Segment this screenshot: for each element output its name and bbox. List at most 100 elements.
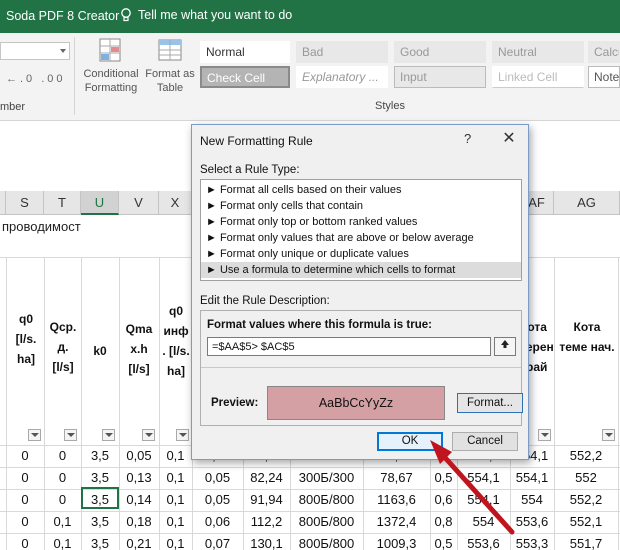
cell[interactable]: 0 [44,490,81,510]
cell[interactable]: 0,13 [119,468,159,488]
cell[interactable]: 552,2 [554,490,618,510]
close-icon[interactable]: ✕ [495,128,523,150]
rule-type-item[interactable]: ► Format only cells that contain [201,198,521,214]
cell[interactable]: 0,1 [159,490,192,510]
cell[interactable]: 554,1 [457,468,510,488]
rule-type-item-selected[interactable]: ► Use a formula to determine which cells… [201,262,521,278]
tell-me-box[interactable]: Tell me what you want to do [120,7,292,23]
number-format-dropdown[interactable] [0,42,70,60]
cell[interactable]: 0,5 [430,534,457,550]
cell[interactable]: 0,05 [192,468,243,488]
cell[interactable]: 554 [457,512,510,532]
filter-dropdown[interactable] [28,429,41,441]
cell[interactable]: 1009,3 [363,534,430,550]
cell[interactable]: 3,5 [81,512,119,532]
cell[interactable]: 0 [44,446,81,466]
cell[interactable]: 0,1 [159,446,192,466]
cell[interactable]: 300Б/300 [290,468,363,488]
rule-type-list[interactable]: ► Format all cells based on their values… [200,179,522,281]
cell[interactable]: 0,06 [192,512,243,532]
collapse-dialog-button[interactable] [494,337,516,356]
rule-type-item[interactable]: ► Format only top or bottom ranked value… [201,214,521,230]
formula-input[interactable] [207,337,491,356]
column-header-v[interactable]: V [119,191,159,215]
cell[interactable]: 1372,4 [363,512,430,532]
cell[interactable]: 552 [554,468,618,488]
column-header-u[interactable]: U [81,191,119,215]
cell[interactable]: 800Б/800 [290,534,363,550]
cell[interactable]: 0,18 [119,512,159,532]
filter-dropdown[interactable] [538,429,551,441]
filter-dropdown[interactable] [64,429,77,441]
cell[interactable]: 130,1 [243,534,290,550]
cell[interactable]: 0,6 [430,490,457,510]
style-normal[interactable]: Normal [200,41,290,63]
cell[interactable]: 0 [6,534,44,550]
cell[interactable]: 0,5 [430,468,457,488]
format-button[interactable]: Format... [457,393,523,413]
style-check-cell[interactable]: Check Cell [200,66,290,88]
cell[interactable]: 3,5 [81,534,119,550]
style-note[interactable]: Note [588,66,620,88]
cell[interactable]: 552,2 [554,446,618,466]
cell[interactable]: 0 [6,446,44,466]
rule-type-item[interactable]: ► Format all cells based on their values [201,182,521,198]
cell-styles-gallery[interactable]: Normal Bad Good Neutral Calcu Check Cell… [198,37,620,91]
column-header-s[interactable]: S [6,191,44,215]
cell[interactable]: 553,6 [457,534,510,550]
cell[interactable]: 0 [6,468,44,488]
format-as-table-button[interactable]: Format as Table [144,37,196,95]
style-bad[interactable]: Bad [296,41,388,63]
cell[interactable]: 554,1 [457,490,510,510]
help-button[interactable]: ? [464,131,471,146]
cell[interactable]: 91,94 [243,490,290,510]
title-cell[interactable]: проводимост [0,217,200,237]
ok-button[interactable]: OK [377,432,443,451]
cell[interactable]: 553,3 [510,534,554,550]
cell[interactable]: 0,1 [159,468,192,488]
filter-dropdown[interactable] [602,429,615,441]
decimal-buttons[interactable]: ←.0 .00 [6,73,66,85]
column-header-x[interactable]: X [159,191,192,215]
cell[interactable]: 3,5 [81,468,119,488]
style-good[interactable]: Good [394,41,486,63]
rule-type-item[interactable]: ► Format only unique or duplicate values [201,246,521,262]
filter-dropdown[interactable] [176,429,189,441]
rule-type-item[interactable]: ► Format only values that are above or b… [201,230,521,246]
cell[interactable]: 3,5 [81,446,119,466]
cell[interactable]: 0 [44,468,81,488]
cell[interactable]: 551,7 [554,534,618,550]
cell[interactable]: 0,1 [159,534,192,550]
cell[interactable]: 800Б/800 [290,512,363,532]
style-explanatory[interactable]: Explanatory ... [296,66,388,88]
cell[interactable]: 0,07 [192,534,243,550]
cell[interactable]: 0,1 [44,534,81,550]
cell[interactable]: 0 [6,512,44,532]
cell[interactable]: 0,1 [159,512,192,532]
cell[interactable]: 112,2 [243,512,290,532]
cell[interactable]: 554 [510,490,554,510]
column-header-ag[interactable]: AG [554,191,620,215]
cell[interactable]: 0 [6,490,44,510]
cell[interactable]: 78,67 [363,468,430,488]
cell[interactable]: 800Б/800 [290,490,363,510]
column-header-t[interactable]: T [44,191,81,215]
cell[interactable]: 0,14 [119,490,159,510]
cell[interactable]: 0,8 [430,512,457,532]
cell[interactable]: 553,6 [510,512,554,532]
style-neutral[interactable]: Neutral [492,41,584,63]
style-input[interactable]: Input [394,66,486,88]
cell[interactable]: 0,21 [119,534,159,550]
cell[interactable]: 82,24 [243,468,290,488]
style-linked-cell[interactable]: Linked Cell [492,66,584,88]
filter-dropdown[interactable] [142,429,155,441]
cell[interactable]: 554,1 [510,468,554,488]
cancel-button[interactable]: Cancel [452,432,518,451]
cell[interactable]: 552,1 [554,512,618,532]
cell[interactable]: 0,05 [119,446,159,466]
cell[interactable]: 0,1 [44,512,81,532]
conditional-formatting-button[interactable]: Conditional Formatting [78,37,144,95]
cell[interactable]: 1163,6 [363,490,430,510]
cell[interactable]: 0,05 [192,490,243,510]
filter-dropdown[interactable] [102,429,115,441]
